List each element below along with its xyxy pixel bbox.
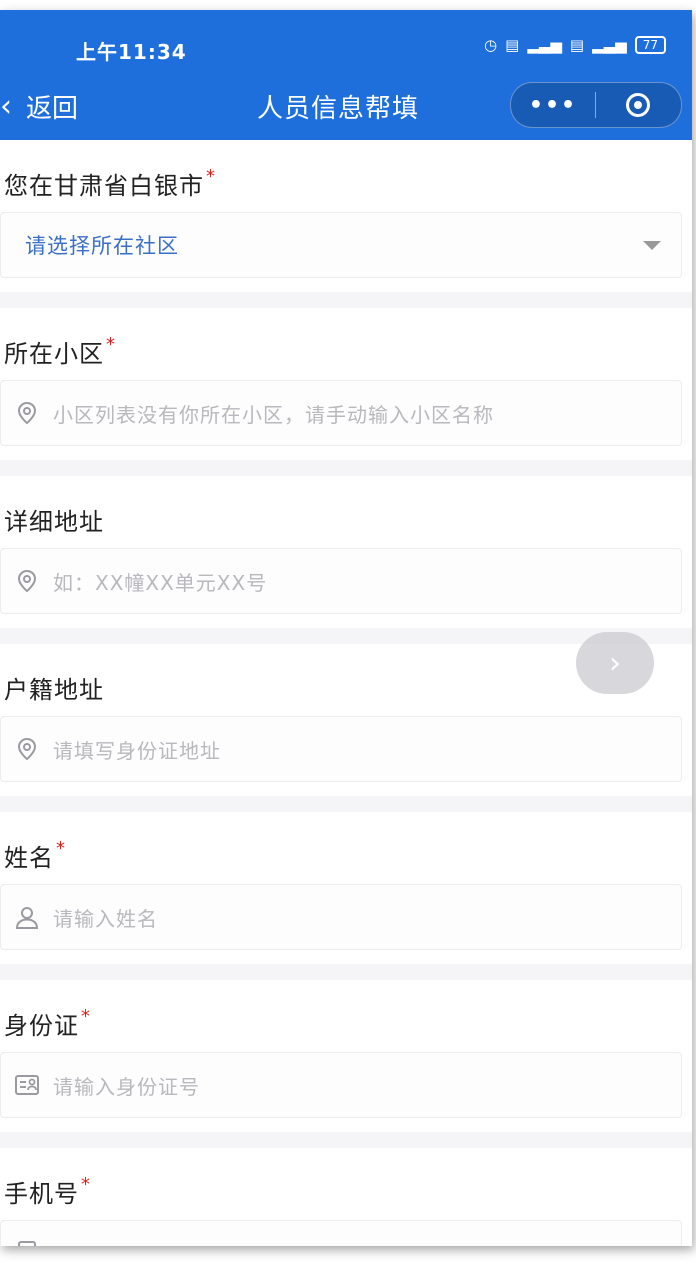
alarm-icon: ◷ <box>484 36 498 54</box>
address-input[interactable]: 如：XX幢XX单元XX号 <box>0 548 682 614</box>
id-card-input[interactable]: 请输入身份证号 <box>0 1052 682 1118</box>
section-community: 您在甘肃省白银市 * 请选择所在社区 <box>0 140 692 292</box>
location-pin-icon <box>1 568 53 594</box>
battery-icon: 77 <box>634 36 666 54</box>
name-label-text: 姓名 <box>4 844 54 872</box>
community-select-value: 请选择所在社区 <box>25 234 179 258</box>
id-card-placeholder: 请输入身份证号 <box>53 1074 200 1099</box>
miniprogram-capsule: ••• <box>510 82 682 128</box>
community-select[interactable]: 请选择所在社区 <box>0 212 682 278</box>
address-label: 详细地址 <box>4 508 104 536</box>
name-label: 姓名 * <box>4 838 66 873</box>
signal-icon: ▂▃▅ <box>527 36 562 54</box>
name-input[interactable]: 请输入姓名 <box>0 884 682 950</box>
phone-input[interactable] <box>0 1220 682 1246</box>
required-mark: * <box>206 166 216 187</box>
required-mark: * <box>81 1006 91 1027</box>
required-mark: * <box>56 838 66 859</box>
user-icon <box>1 904 53 930</box>
more-options-button[interactable]: ••• <box>511 93 595 118</box>
id-card-label: 身份证 * <box>4 1006 91 1041</box>
estate-label-text: 所在小区 <box>4 340 104 368</box>
phone-label: 手机号 * <box>4 1174 91 1209</box>
sim-icon: ▤ <box>505 36 520 54</box>
required-mark: * <box>81 1174 91 1195</box>
chevron-right-icon: › <box>609 645 621 681</box>
phone-label-text: 手机号 <box>4 1180 79 1208</box>
section-phone: 手机号 * <box>0 1148 692 1246</box>
target-icon <box>626 93 650 117</box>
required-mark: * <box>106 334 116 355</box>
top-bar: 上午11:34 ◷ ▤ ▂▃▅ ▤ ▂▃▅ 77 ‹ 返回 人员信息帮填 ••• <box>0 10 692 140</box>
location-pin-icon <box>1 736 53 762</box>
community-label-text: 您在甘肃省白银市 <box>4 172 204 200</box>
id-card-label-text: 身份证 <box>4 1012 79 1040</box>
address-placeholder: 如：XX幢XX单元XX号 <box>53 570 268 595</box>
household-address-placeholder: 请填写身份证地址 <box>53 738 221 763</box>
sim2-icon: ▤ <box>569 36 585 54</box>
section-address: 详细地址 如：XX幢XX单元XX号 <box>0 476 692 628</box>
name-placeholder: 请输入姓名 <box>53 906 158 931</box>
phone-icon <box>1 1240 53 1246</box>
section-id-card: 身份证 * 请输入身份证号 <box>0 980 692 1132</box>
section-estate: 所在小区 * 小区列表没有你所在小区，请手动输入小区名称 <box>0 308 692 460</box>
community-label: 您在甘肃省白银市 * <box>4 166 216 201</box>
household-address-label: 户籍地址 <box>4 676 104 704</box>
estate-label: 所在小区 * <box>4 334 116 369</box>
dropdown-arrow-icon <box>643 241 661 250</box>
app-screen: 上午11:34 ◷ ▤ ▂▃▅ ▤ ▂▃▅ 77 ‹ 返回 人员信息帮填 •••… <box>0 10 692 1246</box>
location-pin-icon <box>1 400 53 426</box>
section-name: 姓名 * 请输入姓名 <box>0 812 692 964</box>
status-icons: ◷ ▤ ▂▃▅ ▤ ▂▃▅ 77 <box>484 36 666 54</box>
signal2-icon: ▂▃▅ <box>592 36 627 54</box>
household-address-input[interactable]: 请填写身份证地址 <box>0 716 682 782</box>
estate-placeholder: 小区列表没有你所在小区，请手动输入小区名称 <box>53 402 494 427</box>
estate-input[interactable]: 小区列表没有你所在小区，请手动输入小区名称 <box>0 380 682 446</box>
floating-next-button[interactable]: › <box>576 632 654 694</box>
id-card-icon <box>1 1072 53 1098</box>
status-time: 上午11:34 <box>76 40 187 64</box>
close-miniprogram-button[interactable] <box>596 93 680 117</box>
